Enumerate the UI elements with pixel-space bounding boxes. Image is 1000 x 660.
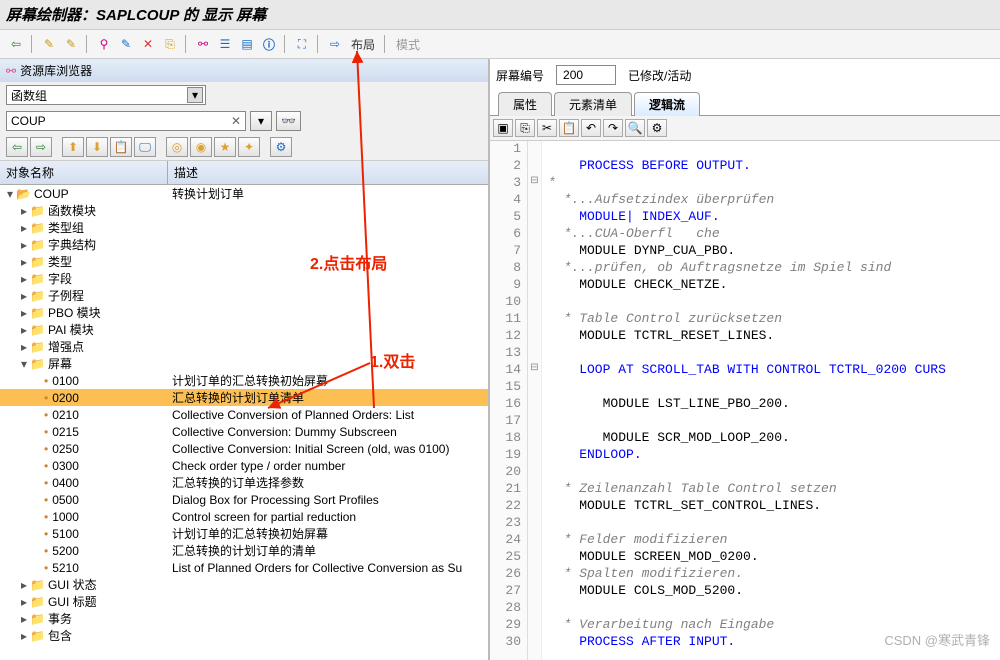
tree-row[interactable]: ▾📁屏幕 (0, 355, 488, 372)
col-name: 对象名称 (0, 161, 168, 184)
tree-row[interactable]: •0215Collective Conversion: Dummy Subscr… (0, 423, 488, 440)
where-used-icon[interactable]: ☰ (215, 34, 235, 54)
repository-icon: ⚯ (6, 64, 16, 78)
tab-element-list[interactable]: 元素清单 (554, 92, 632, 116)
object-type-select[interactable]: 函数组 ▾ (6, 85, 206, 105)
tree-row[interactable]: •0210Collective Conversion of Planned Or… (0, 406, 488, 423)
layout-icon[interactable]: ⇨ (325, 34, 345, 54)
tree-row[interactable]: •0300Check order type / order number (0, 457, 488, 474)
tab-flow-logic[interactable]: 逻辑流 (634, 92, 700, 116)
tabs: 属性 元素清单 逻辑流 (490, 91, 1000, 116)
copy-icon[interactable]: ⎘ (160, 34, 180, 54)
window-title: 屏幕绘制器：SAPLCOUP 的 显示 屏幕 (0, 0, 1000, 30)
nav-fwd-icon[interactable]: ⇨ (30, 137, 52, 157)
mode-button[interactable]: 模式 (396, 36, 420, 53)
tree-row[interactable]: ▸📁字典结构 (0, 236, 488, 253)
hierarchy-icon[interactable]: ⚯ (193, 34, 213, 54)
nav-refresh-icon[interactable]: 📋 (110, 137, 132, 157)
tree-body[interactable]: ▾📂COUP转换计划订单▸📁函数模块▸📁类型组▸📁字典结构▸📁类型▸📁字段▸📁子… (0, 185, 488, 660)
tree-row[interactable]: ▸📁类型组 (0, 219, 488, 236)
tree-row[interactable]: •0400汇总转换的订单选择参数 (0, 474, 488, 491)
nav-new-icon[interactable]: ◎ (166, 137, 188, 157)
tree-header: 对象名称 描述 (0, 161, 488, 185)
nav-add-icon[interactable]: ◉ (190, 137, 212, 157)
tree-row[interactable]: ▾📂COUP转换计划订单 (0, 185, 488, 202)
tree-row[interactable]: •0200汇总转换的计划订单清单 (0, 389, 488, 406)
nav-display-icon[interactable]: 🖵 (134, 137, 156, 157)
dropdown-history-icon[interactable]: ▾ (250, 111, 272, 131)
tree-row[interactable]: ▸📁包含 (0, 627, 488, 644)
screen-status: 已修改/活动 (628, 67, 691, 84)
tree-row[interactable]: •5200汇总转换的计划订单的清单 (0, 542, 488, 559)
ct-btn[interactable]: 🔍 (625, 119, 645, 137)
nav-back-icon[interactable]: ⇦ (6, 137, 28, 157)
tree-row[interactable]: ▸📁事务 (0, 610, 488, 627)
info-icon[interactable]: ⓘ (259, 34, 279, 54)
main-toolbar: ⇦ ✎ ✎ ⚲ ✎ ✕ ⎘ ⚯ ☰ ▤ ⓘ ⛶ ⇨ 布局 模式 (0, 30, 1000, 59)
ct-btn[interactable]: ⚙ (647, 119, 667, 137)
chevron-down-icon[interactable]: ▾ (187, 87, 203, 103)
screen-no-label: 屏幕编号 (496, 67, 544, 84)
tree-row[interactable]: •1000Control screen for partial reductio… (0, 508, 488, 525)
screen-no-field[interactable]: 200 (556, 65, 616, 85)
nav-toolbar: ⇦ ⇨ ⬆ ⬇ 📋 🖵 ◎ ◉ ★ ✦ ⚙ (0, 134, 488, 161)
tree-row[interactable]: ▸📁增强点 (0, 338, 488, 355)
fullscreen-icon[interactable]: ⛶ (292, 34, 312, 54)
display-change-icon[interactable]: ✎ (39, 34, 59, 54)
dropdown-value: 函数组 (11, 87, 47, 104)
nav-down-icon[interactable]: ⬇ (86, 137, 108, 157)
ct-btn[interactable]: ✂ (537, 119, 557, 137)
tree-row[interactable]: ▸📁GUI 状态 (0, 576, 488, 593)
watermark: CSDN @寒武青锋 (884, 630, 990, 649)
tree-row[interactable]: ▸📁字段 (0, 270, 488, 287)
tree-row[interactable]: ▸📁函数模块 (0, 202, 488, 219)
tree-row[interactable]: •5100计划订单的汇总转换初始屏幕 (0, 525, 488, 542)
tree-row[interactable]: •0500Dialog Box for Processing Sort Prof… (0, 491, 488, 508)
editor-pane: 屏幕编号 200 已修改/活动 属性 元素清单 逻辑流 ▣ ⎘ ✂ 📋 ↶ ↷ … (490, 59, 1000, 660)
nav-fav-icon[interactable]: ★ (214, 137, 236, 157)
tree-row[interactable]: ▸📁子例程 (0, 287, 488, 304)
input-value: COUP (11, 114, 46, 128)
nav-up-icon[interactable]: ⬆ (62, 137, 84, 157)
code-toolbar: ▣ ⎘ ✂ 📋 ↶ ↷ 🔍 ⚙ (490, 116, 1000, 141)
delete-icon[interactable]: ✕ (138, 34, 158, 54)
tree-row[interactable]: •5210List of Planned Orders for Collecti… (0, 559, 488, 576)
layout-button[interactable]: 布局 (351, 36, 375, 53)
tree-row[interactable]: ▸📁GUI 标题 (0, 593, 488, 610)
ct-btn[interactable]: ▣ (493, 119, 513, 137)
nav-help-icon[interactable]: ⚙ (270, 137, 292, 157)
ct-btn[interactable]: ↷ (603, 119, 623, 137)
tab-attributes[interactable]: 属性 (498, 92, 552, 116)
ct-btn[interactable]: 📋 (559, 119, 579, 137)
ct-btn[interactable]: ↶ (581, 119, 601, 137)
tree-row[interactable]: ▸📁PAI 模块 (0, 321, 488, 338)
back-icon[interactable]: ⇦ (6, 34, 26, 54)
other-object-icon[interactable]: ✎ (61, 34, 81, 54)
navigator-pane: ⚯ 资源库浏览器 函数组 ▾ COUP ✕ ▾ 👓 ⇦ ⇨ ⬆ ⬇ 📋 🖵 (0, 59, 490, 660)
code-editor[interactable]: 1234567891011121314151617181920212223242… (490, 141, 1000, 660)
col-desc: 描述 (168, 161, 488, 184)
navigator-header: ⚯ 资源库浏览器 (0, 59, 488, 82)
activate-icon[interactable]: ✎ (116, 34, 136, 54)
tree-row[interactable]: ▸📁PBO 模块 (0, 304, 488, 321)
tree-row[interactable]: ▸📁类型 (0, 253, 488, 270)
tree-row[interactable]: •0100计划订单的汇总转换初始屏幕 (0, 372, 488, 389)
object-name-input[interactable]: COUP ✕ (6, 111, 246, 131)
navigator-title: 资源库浏览器 (20, 62, 92, 79)
clear-icon[interactable]: ✕ (231, 114, 241, 128)
nav-set-icon[interactable]: ✦ (238, 137, 260, 157)
screen-params: 屏幕编号 200 已修改/活动 (490, 59, 1000, 91)
ct-btn[interactable]: ⎘ (515, 119, 535, 137)
check-icon[interactable]: ⚲ (94, 34, 114, 54)
tree-row[interactable]: •0250Collective Conversion: Initial Scre… (0, 440, 488, 457)
display-list-icon[interactable]: ▤ (237, 34, 257, 54)
display-button[interactable]: 👓 (276, 111, 301, 131)
